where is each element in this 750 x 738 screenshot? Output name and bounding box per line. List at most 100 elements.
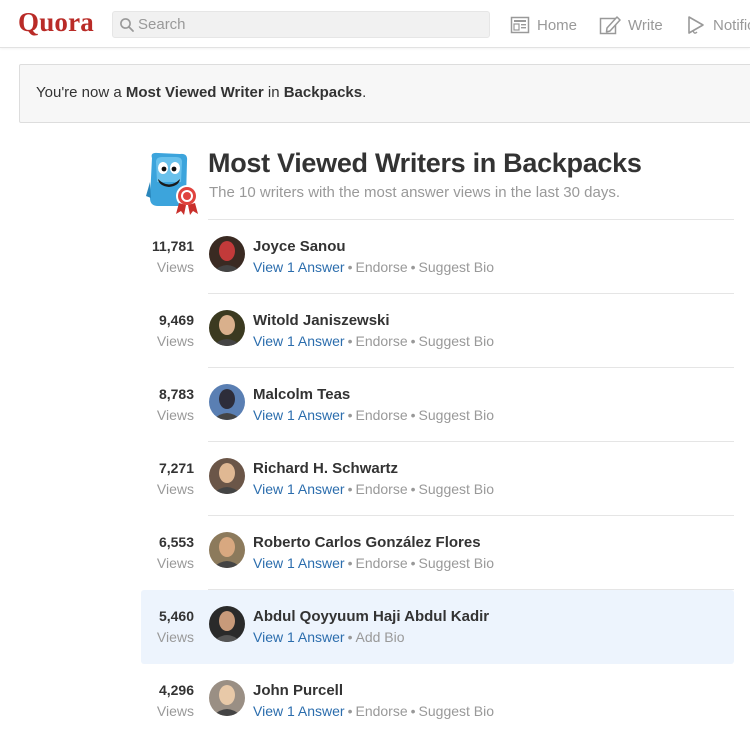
view-answer-link[interactable]: View 1 Answer [253, 481, 345, 497]
writer-actions: View 1 Answer • Endorse • Suggest Bio [253, 407, 494, 423]
views-label: Views [156, 333, 194, 349]
avatar-photo-icon [209, 532, 245, 568]
avatar[interactable] [209, 680, 245, 716]
avatar-photo-icon [209, 680, 245, 716]
writer-actions: View 1 Answer • Endorse • Suggest Bio [253, 259, 494, 275]
avatar-photo-icon [209, 236, 245, 272]
view-answer-link[interactable]: View 1 Answer [253, 333, 345, 349]
avatar-photo-icon [209, 310, 245, 346]
view-count: 8,783 [158, 386, 194, 402]
views-label: Views [156, 555, 194, 571]
suggest-bio-link[interactable]: Suggest Bio [419, 555, 495, 571]
avatar[interactable] [209, 458, 245, 494]
suggest-bio-link[interactable]: Suggest Bio [419, 703, 495, 719]
avatar[interactable] [209, 236, 245, 272]
pencil-edit-icon [599, 16, 621, 35]
add-bio-link[interactable]: Add Bio [355, 629, 404, 645]
banner-middle: in [263, 84, 284, 101]
search-input[interactable] [138, 12, 483, 37]
view-answer-link[interactable]: View 1 Answer [253, 407, 345, 423]
separator-dot: • [347, 555, 353, 571]
view-count: 4,296 [158, 682, 194, 698]
avatar[interactable] [209, 310, 245, 346]
page-subtitle: The 10 writers with the most answer view… [209, 184, 621, 201]
view-answer-link[interactable]: View 1 Answer [253, 259, 345, 275]
writer-row: 5,460 Views Abdul Qoyyuum Haji Abdul Kad… [141, 590, 734, 664]
separator-dot: • [410, 259, 416, 275]
separator-dot: • [410, 481, 416, 497]
view-count: 9,469 [158, 312, 194, 328]
writer-row: 7,271 Views Richard H. Schwartz View 1 A… [141, 442, 734, 516]
writer-actions: View 1 Answer • Endorse • Suggest Bio [253, 703, 494, 719]
banner-rank: Most Viewed Writer [125, 84, 264, 101]
views-label: Views [156, 703, 194, 719]
writer-name[interactable]: John Purcell [253, 682, 343, 699]
writer-row: 8,783 Views Malcolm Teas View 1 Answer • E… [141, 368, 734, 442]
separator-dot: • [347, 407, 353, 423]
separator-dot: • [410, 703, 416, 719]
separator-dot: • [410, 407, 416, 423]
writer-name[interactable]: Witold Janiszewski [253, 312, 390, 329]
views-label: Views [156, 629, 194, 645]
home-feed-icon [510, 16, 530, 34]
writer-name[interactable]: Malcolm Teas [253, 386, 350, 403]
view-answer-link[interactable]: View 1 Answer [253, 555, 345, 571]
avatar-photo-icon [209, 384, 245, 420]
avatar-photo-icon [209, 458, 245, 494]
writer-name[interactable]: Roberto Carlos González Flores [253, 534, 481, 551]
quora-logo[interactable]: Quora [18, 7, 94, 38]
backpack-badge-icon [146, 152, 198, 215]
writer-actions: View 1 Answer • Endorse • Suggest Bio [253, 481, 494, 497]
nav-write[interactable]: Write [599, 12, 663, 38]
endorse-link[interactable]: Endorse [355, 703, 407, 719]
writer-name[interactable]: Abdul Qoyyuum Haji Abdul Kadir [253, 608, 489, 625]
suggest-bio-link[interactable]: Suggest Bio [419, 407, 495, 423]
avatar[interactable] [209, 606, 245, 642]
avatar[interactable] [209, 384, 245, 420]
page-title: Most Viewed Writers in Backpacks [208, 148, 642, 178]
view-count: 7,271 [158, 460, 194, 476]
avatar[interactable] [209, 532, 245, 568]
writer-list: 11,781 Views Joyce Sanou View 1 Answer • E… [141, 220, 734, 738]
endorse-link[interactable]: Endorse [355, 481, 407, 497]
separator-dot: • [347, 259, 353, 275]
view-count: 6,553 [158, 534, 194, 550]
view-answer-link[interactable]: View 1 Answer [253, 703, 345, 719]
nav-home[interactable]: Home [510, 12, 577, 38]
separator-dot: • [410, 333, 416, 349]
suggest-bio-link[interactable]: Suggest Bio [419, 259, 495, 275]
endorse-link[interactable]: Endorse [355, 407, 407, 423]
writer-row: 6,553 Views Roberto Carlos González Flor… [141, 516, 734, 590]
banner-prefix: You're now a [36, 84, 126, 101]
nav-home-label: Home [537, 16, 578, 34]
achievement-banner: You're now a Most Viewed Writer in Backp… [19, 64, 750, 123]
views-label: Views [156, 259, 194, 275]
search-icon [120, 18, 134, 32]
top-header: Quora Home Write Notific [0, 0, 750, 48]
writer-name[interactable]: Richard H. Schwartz [253, 460, 398, 477]
banner-topic: Backpacks [283, 84, 363, 101]
view-count: 5,460 [158, 608, 194, 624]
writer-name[interactable]: Joyce Sanou [253, 238, 346, 255]
endorse-link[interactable]: Endorse [355, 555, 407, 571]
endorse-link[interactable]: Endorse [355, 333, 407, 349]
suggest-bio-link[interactable]: Suggest Bio [419, 481, 495, 497]
suggest-bio-link[interactable]: Suggest Bio [419, 333, 495, 349]
view-answer-link[interactable]: View 1 Answer [253, 629, 345, 645]
view-count: 11,781 [151, 238, 194, 254]
endorse-link[interactable]: Endorse [355, 259, 407, 275]
search-box[interactable] [112, 11, 490, 38]
views-label: Views [156, 407, 194, 423]
separator-dot: • [347, 333, 353, 349]
separator-dot: • [347, 703, 353, 719]
separator-dot: • [347, 481, 353, 497]
avatar-photo-icon [209, 606, 245, 642]
separator-dot: • [347, 629, 353, 645]
views-label: Views [156, 481, 194, 497]
nav-notifications[interactable]: Notific [686, 12, 750, 38]
writer-actions: View 1 Answer • Endorse • Suggest Bio [253, 333, 494, 349]
separator-dot: • [410, 555, 416, 571]
nav-notifications-label: Notific [713, 16, 750, 34]
nav-write-label: Write [628, 16, 663, 34]
notifications-bell-icon [688, 16, 704, 34]
